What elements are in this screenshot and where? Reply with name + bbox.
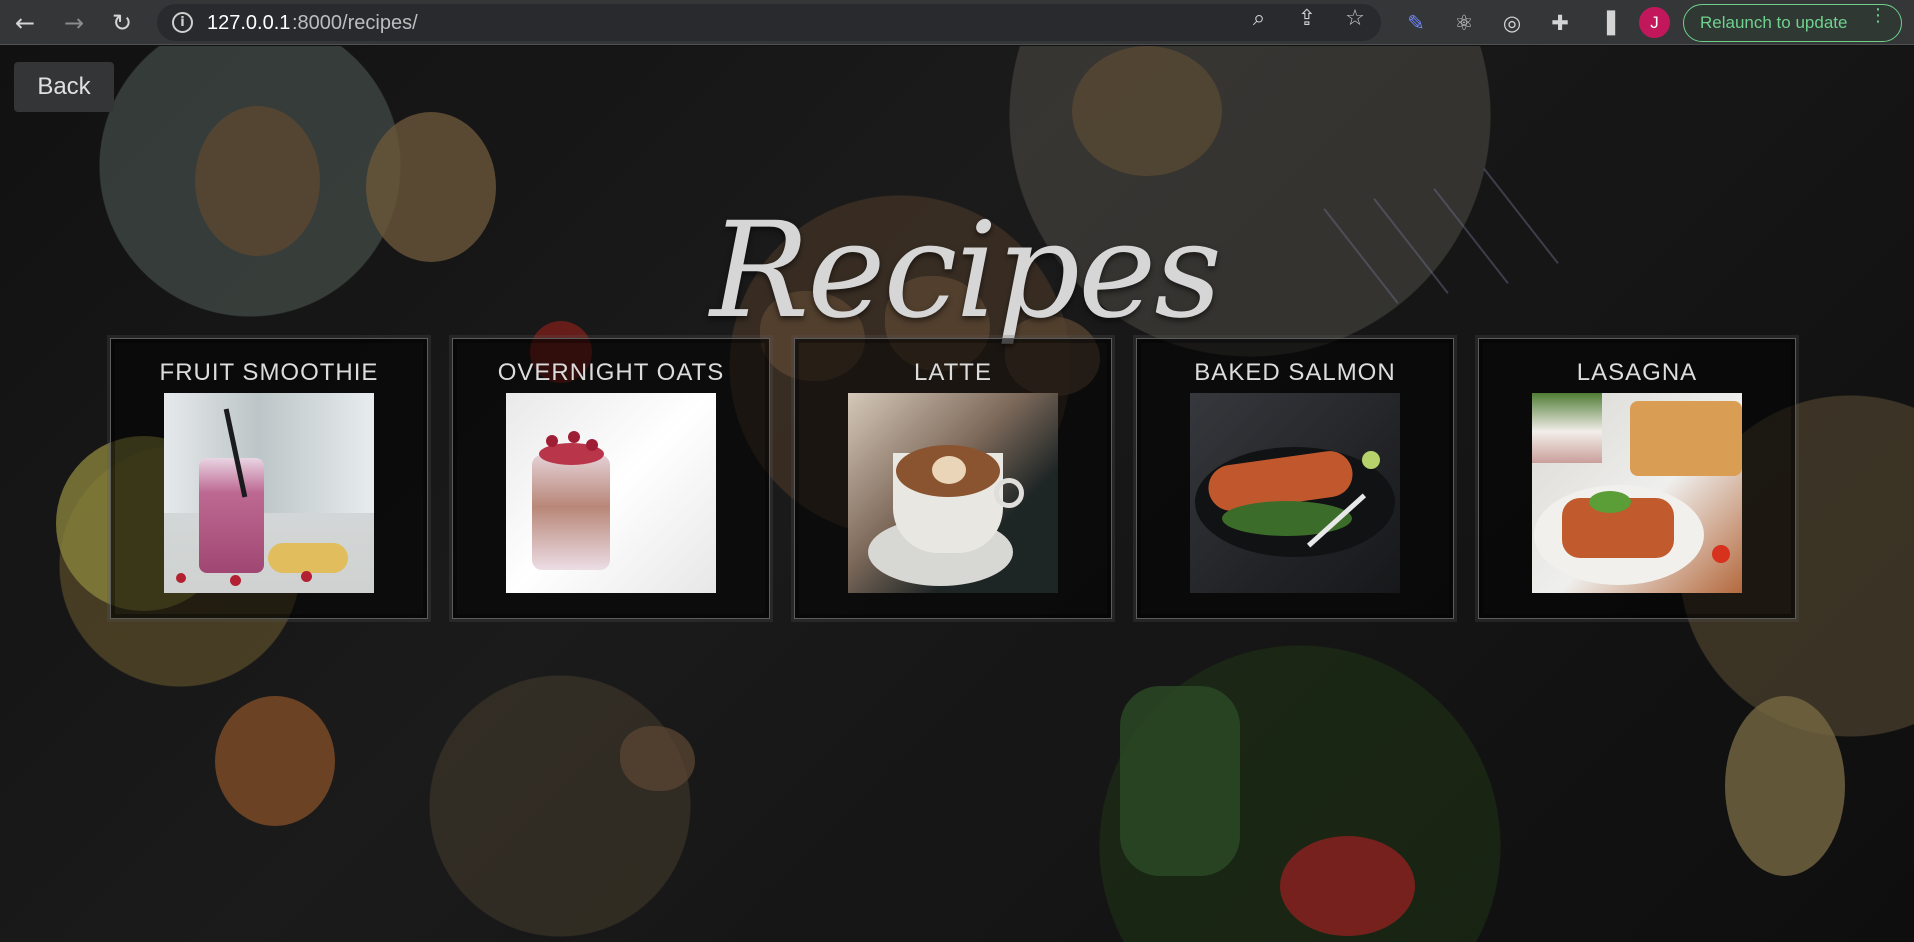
potato-image	[1725, 696, 1845, 876]
back-icon[interactable]: ←	[8, 8, 42, 38]
forward-icon[interactable]: →	[57, 8, 91, 38]
url-host: 127.0.0.1	[207, 12, 291, 34]
side-panel-icon[interactable]: ▐	[1592, 9, 1622, 37]
tomato-image	[1280, 836, 1415, 936]
latte-image	[848, 393, 1058, 593]
recipe-name: LASAGNA	[1576, 359, 1698, 386]
recipe-card-latte[interactable]: LATTE	[794, 338, 1112, 619]
recipe-name: FRUIT SMOOTHIE	[159, 359, 379, 386]
baked-salmon-image	[1190, 393, 1400, 593]
fruit-smoothie-image	[164, 393, 374, 593]
recipe-name: OVERNIGHT OATS	[497, 359, 725, 386]
recipe-card-overnight-oats[interactable]: OVERNIGHT OATS	[452, 338, 770, 619]
fig-image	[195, 106, 320, 256]
cucumber-image	[1120, 686, 1240, 876]
url-path: :8000/recipes/	[292, 12, 418, 34]
lasagna-image	[1532, 393, 1742, 593]
recipes-page: Back Recipes FRUIT SMOOTHIE OVERNIGHT OA…	[0, 46, 1914, 942]
share-icon[interactable]: ⇪	[1292, 6, 1322, 32]
browser-toolbar: ← → ↻ i 127.0.0.1 :8000/recipes/ ⌕ ⇪ ☆ ✎…	[0, 0, 1914, 45]
apple-image	[215, 696, 335, 826]
recipe-card-baked-salmon[interactable]: BAKED SALMON	[1136, 338, 1454, 619]
target-extension-icon[interactable]: ◎	[1497, 9, 1527, 37]
back-button[interactable]: Back	[14, 62, 114, 112]
recipe-card-fruit-smoothie[interactable]: FRUIT SMOOTHIE	[110, 338, 428, 619]
react-extension-icon[interactable]: ⚛	[1449, 9, 1479, 37]
profile-avatar[interactable]: J	[1639, 7, 1670, 38]
site-info-icon[interactable]: i	[172, 12, 193, 33]
relaunch-label: Relaunch to update	[1700, 13, 1848, 32]
extensions-puzzle-icon[interactable]: ✚	[1545, 9, 1575, 37]
zoom-icon[interactable]: ⌕	[1244, 6, 1274, 32]
overnight-oats-image	[506, 393, 716, 593]
recipe-card-lasagna[interactable]: LASAGNA	[1478, 338, 1796, 619]
reload-icon[interactable]: ↻	[105, 8, 139, 38]
more-options-icon[interactable]: ⋮	[1869, 5, 1887, 26]
eyedropper-extension-icon[interactable]: ✎	[1401, 9, 1431, 37]
relaunch-button[interactable]: Relaunch to update ⋮	[1683, 4, 1902, 42]
address-bar[interactable]: i 127.0.0.1 :8000/recipes/	[157, 4, 1381, 41]
fig-image	[366, 112, 496, 262]
bookmark-star-icon[interactable]: ☆	[1340, 6, 1370, 32]
onion-image	[1072, 46, 1222, 176]
recipe-name: LATTE	[914, 359, 992, 386]
recipe-name: BAKED SALMON	[1194, 359, 1396, 386]
